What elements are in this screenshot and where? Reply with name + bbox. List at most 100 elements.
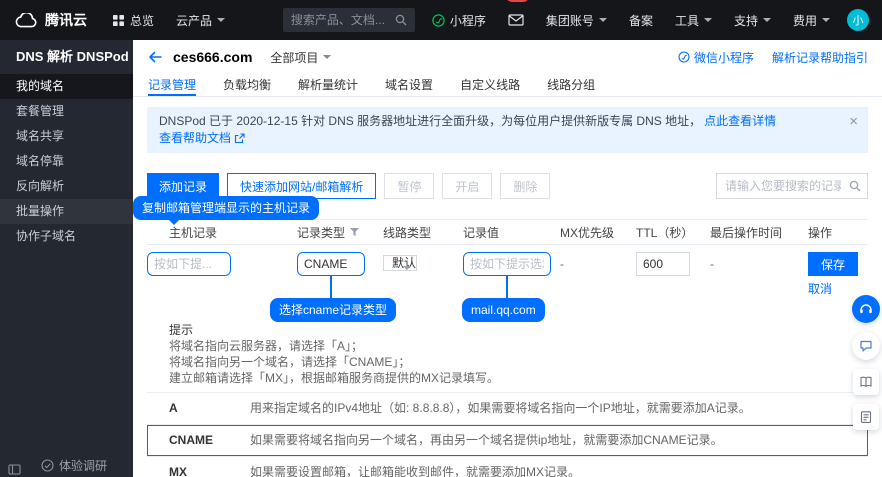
hint-line: 建立邮箱请选择「MX」，根据邮箱服务商提供的MX记录填写。 <box>169 371 868 386</box>
sidebar-item-reverse-dns[interactable]: 反向解析 <box>0 174 133 199</box>
topnav-search-input[interactable] <box>291 13 395 27</box>
col-actions: 操作 <box>786 224 868 241</box>
tab-custom-lines[interactable]: 自定义线路 <box>460 74 520 96</box>
record-type-help-row-mx[interactable]: MX 如果需要设置邮箱，让邮箱能收到邮件，就需要添加MX记录。 <box>147 456 868 477</box>
help-guide-label: 解析记录帮助指引 <box>772 49 868 66</box>
col-line-type: 线路类型 <box>361 224 441 241</box>
record-type-name: A <box>147 401 250 416</box>
nav-group-account[interactable]: 集团账号 <box>535 0 618 40</box>
headset-icon <box>859 302 873 316</box>
record-type-name: CNAME <box>147 433 250 448</box>
tab-load-balancing[interactable]: 负载均衡 <box>223 74 271 96</box>
nav-products[interactable]: 云产品 <box>165 0 236 40</box>
brand-label: 腾讯云 <box>45 10 87 30</box>
sidebar-item-plan-management[interactable]: 套餐管理 <box>0 99 133 124</box>
nav-billing[interactable]: 费用 <box>782 0 841 40</box>
nav-tools[interactable]: 工具 <box>664 0 723 40</box>
sidebar-item-domain-parking[interactable]: 域名停靠 <box>0 149 133 174</box>
help-guide-link[interactable]: 解析记录帮助指引 <box>772 49 868 66</box>
line-type-select[interactable]: 默认 <box>383 255 417 271</box>
user-avatar[interactable]: 小 <box>847 9 869 31</box>
external-link-icon[interactable] <box>234 133 245 144</box>
wechat-miniprogram-label: 微信小程序 <box>694 49 754 66</box>
records-table: 主机记录 记录类型 线路类型 记录值 MX优先级 TTL（秒） 最后操作时间 操… <box>147 219 868 477</box>
back-button[interactable] <box>147 50 163 64</box>
record-type-help-row-cname[interactable]: CNAME 如果需要将域名指向另一个域名，再由另一个域名提供ip地址，就需要添加… <box>147 424 868 456</box>
chat-icon <box>859 339 873 353</box>
wechat-miniprogram-icon <box>678 51 690 63</box>
sidebar-item-domain-sharing[interactable]: 域名共享 <box>0 124 133 149</box>
survey-button[interactable] <box>853 404 879 430</box>
app-root: 腾讯云 总览 云产品 小程序 99+ 集团账号 备案 <box>0 0 882 477</box>
feedback-button[interactable] <box>852 332 880 360</box>
delete-button[interactable]: 删除 <box>500 173 550 199</box>
nav-group-account-label: 集团账号 <box>546 12 594 29</box>
filter-icon[interactable] <box>349 227 360 237</box>
header-links: 微信小程序 解析记录帮助指引 <box>678 49 868 66</box>
wechat-miniprogram-link[interactable]: 微信小程序 <box>678 49 754 66</box>
record-type-input[interactable] <box>297 252 365 276</box>
nav-support[interactable]: 支持 <box>723 0 782 40</box>
domain-title: ces666.com <box>173 49 252 65</box>
docs-button[interactable] <box>853 369 879 395</box>
nav-mini-program[interactable]: 小程序 <box>421 0 497 40</box>
nav-billing-label: 费用 <box>793 12 817 29</box>
upgrade-notice-banner: DNSPod 已于 2020-12-15 针对 DNS 服务器地址进行全面升级，… <box>147 107 868 153</box>
project-filter[interactable]: 全部项目 <box>270 49 331 66</box>
tab-line-groups[interactable]: 线路分组 <box>547 74 595 96</box>
pause-button[interactable]: 暂停 <box>384 173 434 199</box>
notice-doc-link[interactable]: 查看帮助文档 <box>159 130 231 147</box>
col-mx: MX优先级 <box>538 224 614 241</box>
chevron-down-icon <box>763 18 771 26</box>
host-record-input[interactable] <box>147 252 231 276</box>
sidebar-item-my-domains[interactable]: 我的域名 <box>0 74 133 99</box>
survey-label: 体验调研 <box>59 457 107 474</box>
nav-beian[interactable]: 备案 <box>618 0 664 40</box>
enable-button[interactable]: 开启 <box>442 173 492 199</box>
type-tooltip-connector <box>330 276 332 298</box>
record-type-help-row-a[interactable]: A 用来指定域名的IPv4地址（如: 8.8.8.8），如果需要将域名指向一个I… <box>147 392 868 424</box>
hint-title: 提示 <box>169 323 868 338</box>
value-tooltip-connector <box>506 276 508 298</box>
row-actions: 保存 取消 <box>786 252 868 297</box>
record-value-tooltip: mail.qq.com <box>462 298 545 322</box>
brand[interactable]: 腾讯云 <box>0 10 101 30</box>
record-type-desc: 如果需要将域名指向另一个域名，再由另一个域名提供ip地址，就需要添加CNAME记… <box>250 433 868 448</box>
main-area: ces666.com 全部项目 微信小程序 解析记录帮助指引 记录管理 负载均衡… <box>133 40 882 477</box>
cancel-link[interactable]: 取消 <box>808 280 832 297</box>
contact-support-button[interactable] <box>852 295 880 323</box>
notice-detail-link[interactable]: 点此查看详情 <box>704 113 776 130</box>
search-icon[interactable] <box>395 14 407 26</box>
record-type-tooltip: 选择cname记录类型 <box>270 298 396 322</box>
page-header: ces666.com 全部项目 微信小程序 解析记录帮助指引 <box>133 40 882 74</box>
close-icon[interactable]: × <box>849 114 858 129</box>
nav-overview[interactable]: 总览 <box>101 0 165 40</box>
survey-entry[interactable]: 体验调研 <box>41 457 107 474</box>
record-search-input[interactable] <box>716 173 868 199</box>
mx-priority-cell: - <box>538 252 614 276</box>
survey-icon <box>41 459 54 472</box>
sidebar-item-collaborative-subdomains[interactable]: 协作子域名 <box>0 224 133 249</box>
tencent-cloud-logo-icon <box>14 13 38 28</box>
ttl-input[interactable] <box>636 252 690 276</box>
tab-domain-settings[interactable]: 域名设置 <box>385 74 433 96</box>
sidebar-item-batch-operations[interactable]: 批量操作 <box>0 199 133 224</box>
search-icon[interactable] <box>849 180 861 192</box>
chevron-down-icon <box>403 266 411 274</box>
record-type-desc: 用来指定域名的IPv4地址（如: 8.8.8.8），如果需要将域名指向一个IP地… <box>250 401 868 416</box>
tab-record-management[interactable]: 记录管理 <box>148 74 196 96</box>
nav-messages[interactable]: 99+ <box>497 0 535 40</box>
nav-beian-label: 备案 <box>629 12 653 29</box>
tab-bar: 记录管理 负载均衡 解析量统计 域名设置 自定义线路 线路分组 <box>133 74 882 97</box>
sidebar-collapse-icon[interactable] <box>8 464 21 475</box>
tab-resolution-stats[interactable]: 解析量统计 <box>298 74 358 96</box>
floating-action-bar <box>852 295 880 430</box>
miniprogram-icon <box>432 14 445 27</box>
topnav-search[interactable] <box>283 8 415 32</box>
nav-mini-program-label: 小程序 <box>450 12 486 29</box>
chevron-down-icon <box>217 18 225 26</box>
save-button[interactable]: 保存 <box>808 252 858 276</box>
chevron-down-icon <box>822 18 830 26</box>
hint-line: 将域名指向另一个域名，请选择「CNAME」； <box>169 355 868 370</box>
col-host: 主机记录 <box>147 224 275 241</box>
